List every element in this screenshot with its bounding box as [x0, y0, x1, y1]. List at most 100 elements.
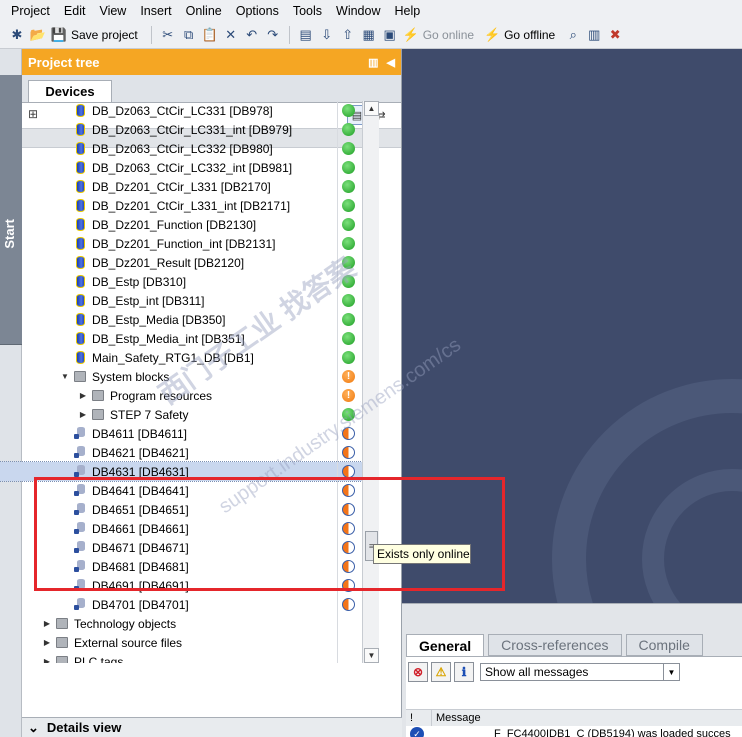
status-column-divider	[337, 101, 338, 120]
cut-icon[interactable]: ✂	[159, 26, 177, 44]
tree-item[interactable]: DB_Dz201_CtCir_L331 [DB2170]	[0, 177, 362, 196]
db-online-icon	[74, 465, 86, 479]
menu-project[interactable]: Project	[4, 0, 57, 22]
tree-item[interactable]: ▶ Program resources!	[0, 386, 362, 405]
runtime-icon[interactable]: ▣	[381, 26, 399, 44]
dock-icon[interactable]: ▥	[368, 56, 378, 69]
go-offline-button[interactable]: Go offline	[504, 28, 555, 42]
scroll-up-icon[interactable]: ▲	[364, 101, 379, 116]
message-filter-select[interactable]: Show all messages ▼	[480, 663, 680, 681]
tree-item[interactable]: DB4631 [DB4631]	[0, 461, 362, 482]
chevron-down-icon[interactable]: ⌄	[28, 720, 39, 736]
menu-window[interactable]: Window	[329, 0, 387, 22]
tree-item-label: DB_Estp_int [DB311]	[92, 293, 205, 308]
tree-item[interactable]: Main_Safety_RTG1_DB [DB1]	[0, 348, 362, 367]
scroll-down-icon[interactable]: ▼	[364, 648, 379, 663]
message-column[interactable]: Message	[432, 712, 481, 724]
close-icon[interactable]: ✖	[606, 26, 624, 44]
collapse-arrow-icon[interactable]: ▶	[78, 410, 88, 419]
status-column-divider	[337, 310, 338, 329]
tree-item[interactable]: DB_Dz063_CtCir_LC331_int [DB979]	[0, 120, 362, 139]
tree-item[interactable]: DB_Dz063_CtCir_LC332_int [DB981]	[0, 158, 362, 177]
collapse-arrow-icon[interactable]: ▶	[78, 391, 88, 400]
tree-item[interactable]: DB_Dz201_Result [DB2120]	[0, 253, 362, 272]
details-view-header[interactable]: ⌄ Details view	[22, 717, 402, 737]
go-online-icon[interactable]: ⚡	[402, 26, 420, 44]
tree-item[interactable]: DB_Dz063_CtCir_LC331 [DB978]	[0, 101, 362, 120]
tree-item[interactable]: DB_Dz063_CtCir_LC332 [DB980]	[0, 139, 362, 158]
go-online-button[interactable]: Go online	[423, 28, 474, 42]
status-ok-icon	[342, 218, 355, 231]
tree-item[interactable]: ▶ PLC tags	[0, 652, 362, 663]
tree-item[interactable]: DB_Estp_int [DB311]	[0, 291, 362, 310]
tree-item[interactable]: DB_Dz201_CtCir_L331_int [DB2171]	[0, 196, 362, 215]
tooltip: Exists only online	[373, 544, 471, 564]
menu-insert[interactable]: Insert	[133, 0, 178, 22]
copy-icon[interactable]: ⧉	[180, 26, 198, 44]
menu-help[interactable]: Help	[387, 0, 427, 22]
folder-icon	[92, 389, 104, 403]
new-project-icon[interactable]: ✱	[8, 26, 26, 44]
menu-view[interactable]: View	[92, 0, 133, 22]
project-tree-title: Project tree	[28, 54, 100, 70]
split-editor-icon[interactable]: ▤	[297, 26, 315, 44]
menu-edit[interactable]: Edit	[57, 0, 93, 22]
tree-scrollbar[interactable]: ▲ ≡ ▼	[362, 101, 379, 663]
tree-item[interactable]: DB_Estp_Media [DB350]	[0, 310, 362, 329]
tree-item[interactable]: DB4651 [DB4651]	[0, 500, 362, 519]
status-column-divider	[337, 272, 338, 291]
tree-item[interactable]: DB4701 [DB4701]	[0, 595, 362, 614]
expand-arrow-icon[interactable]: ▼	[60, 372, 70, 381]
collapse-arrow-icon[interactable]: ▶	[42, 657, 52, 663]
tree-item[interactable]: DB4641 [DB4641]	[0, 481, 362, 500]
tree-item[interactable]: DB_Dz201_Function_int [DB2131]	[0, 234, 362, 253]
error-filter-icon[interactable]: ⊗	[408, 662, 428, 682]
chevron-down-icon[interactable]: ▼	[663, 664, 679, 680]
message-row[interactable]: ✓ F_FC4400IDB1_C (DB5194) was loaded suc…	[406, 727, 742, 737]
open-project-icon[interactable]: 📂	[29, 26, 47, 44]
collapse-arrow-icon[interactable]: ◀	[387, 56, 395, 69]
simulation-icon[interactable]: ▦	[360, 26, 378, 44]
menu-tools[interactable]: Tools	[286, 0, 329, 22]
tree-item[interactable]: ▶ External source files	[0, 633, 362, 652]
menu-options[interactable]: Options	[229, 0, 286, 22]
details-view-label: Details view	[46, 720, 122, 735]
save-project-button[interactable]: Save project	[71, 28, 138, 42]
tree-item[interactable]: DB4681 [DB4681]	[0, 557, 362, 576]
tree-item[interactable]: DB4621 [DB4621]	[0, 443, 362, 462]
tab-devices[interactable]: Devices	[28, 80, 112, 102]
go-offline-icon[interactable]: ⚡	[483, 26, 501, 44]
collapse-arrow-icon[interactable]: ▶	[42, 638, 52, 647]
menu-online[interactable]: Online	[179, 0, 229, 22]
upload-icon[interactable]: ⇧	[339, 26, 357, 44]
download-icon[interactable]: ⇩	[318, 26, 336, 44]
tab-compile[interactable]: Compile	[625, 634, 703, 656]
info-filter-icon[interactable]: ℹ	[454, 662, 474, 682]
tree-item[interactable]: DB4671 [DB4671]	[0, 538, 362, 557]
redo-icon[interactable]: ↷	[264, 26, 282, 44]
paste-icon[interactable]: 📋	[201, 26, 219, 44]
delete-icon[interactable]: ✕	[222, 26, 240, 44]
collapse-arrow-icon[interactable]: ▶	[42, 619, 52, 628]
tree-item[interactable]: DB4611 [DB4611]	[0, 424, 362, 443]
project-tree-tabs: Devices	[22, 75, 401, 102]
cross-reference-icon[interactable]: ▥	[585, 26, 603, 44]
tree-item[interactable]: ▶ Technology objects	[0, 614, 362, 633]
warning-filter-icon[interactable]: ⚠	[431, 662, 451, 682]
status-ok-icon	[342, 123, 355, 136]
status-ok-icon	[342, 256, 355, 269]
tree-item[interactable]: DB_Estp [DB310]	[0, 272, 362, 291]
tab-general[interactable]: General	[406, 634, 485, 656]
db-icon	[74, 161, 86, 175]
tree-item[interactable]: ▼ System blocks!	[0, 367, 362, 386]
tree-item[interactable]: DB4691 [DB4691]	[0, 576, 362, 595]
accessible-devices-icon[interactable]: ⌕	[564, 26, 582, 44]
save-icon[interactable]: 💾	[50, 26, 68, 44]
tree-item[interactable]: DB_Estp_Media_int [DB351]	[0, 329, 362, 348]
tab-cross-references[interactable]: Cross-references	[488, 634, 622, 656]
tree-item-label: DB4681 [DB4681]	[92, 559, 189, 574]
tree-item[interactable]: DB_Dz201_Function [DB2130]	[0, 215, 362, 234]
tree-item[interactable]: ▶ STEP 7 Safety	[0, 405, 362, 424]
undo-icon[interactable]: ↶	[243, 26, 261, 44]
tree-item[interactable]: DB4661 [DB4661]	[0, 519, 362, 538]
